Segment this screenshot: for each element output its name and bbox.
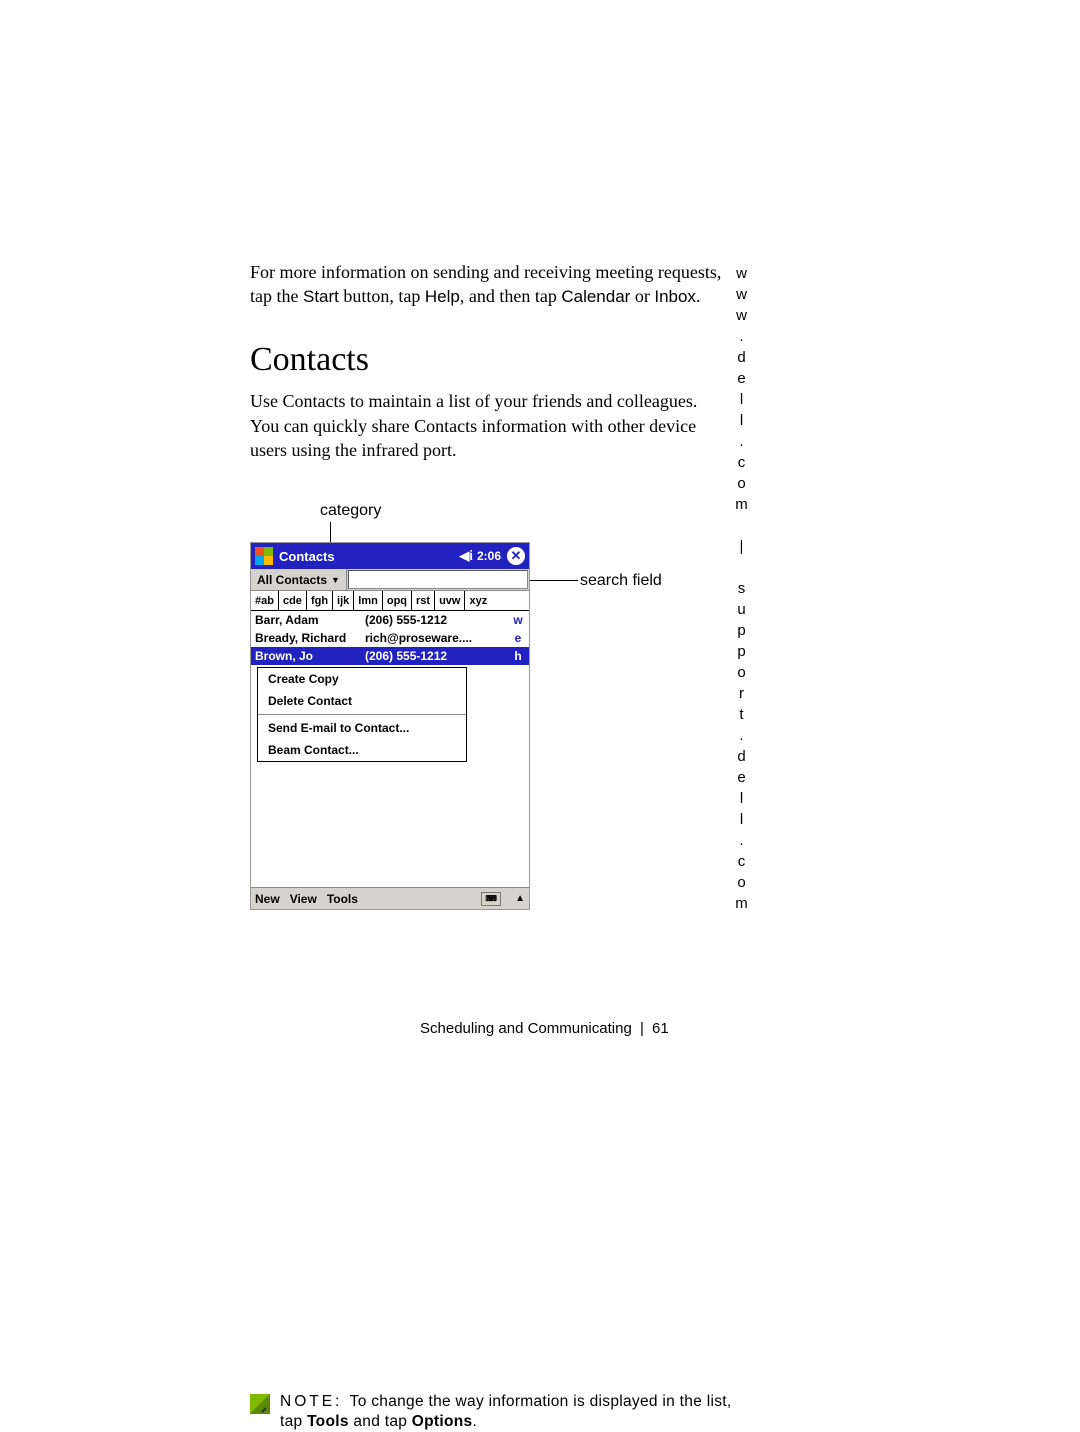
note-block: NOTE: To change the way information is d…	[250, 1392, 740, 1432]
menu-beam-contact[interactable]: Beam Contact...	[258, 739, 466, 761]
footer-chapter: Scheduling and Communicating	[420, 1020, 632, 1037]
contact-row[interactable]: Barr, Adam (206) 555-1212 w	[251, 611, 529, 629]
menu-separator	[258, 714, 466, 715]
alphabet-tabs: #ab cde fgh ijk lmn opq rst uvw xyz	[251, 591, 529, 611]
intro-inbox: Inbox	[654, 287, 696, 306]
note-t2: and tap	[349, 1413, 412, 1430]
intro-or: or	[630, 286, 654, 306]
callout-search-label: search field	[580, 572, 662, 590]
intro-help: Help	[425, 287, 460, 306]
intro-end: .	[696, 286, 701, 306]
note-options: Options	[412, 1413, 473, 1430]
callout-category-line	[330, 522, 331, 544]
contact-tag: w	[511, 613, 525, 627]
az-tab[interactable]: xyz	[465, 591, 491, 610]
clock[interactable]: 2:06	[477, 549, 501, 563]
contact-value: (206) 555-1212	[365, 613, 511, 627]
menu-send-email[interactable]: Send E-mail to Contact...	[258, 717, 466, 739]
device-screenshot: Contacts ◀ἰ 2:06 ✕ All Contacts ▼ #ab cd…	[250, 542, 530, 910]
footer-page-number: 61	[652, 1020, 669, 1037]
intro-paragraph: For more information on sending and rece…	[250, 260, 730, 309]
contact-name: Brown, Jo	[255, 649, 365, 663]
intro-start: Start	[303, 287, 339, 306]
close-icon[interactable]: ✕	[507, 547, 525, 565]
callout-search-line	[530, 580, 578, 581]
speaker-icon[interactable]: ◀ἰ	[459, 548, 473, 564]
callout-category-label: category	[320, 502, 381, 520]
intro-calendar: Calendar	[561, 287, 630, 306]
intro-mid1: button, tap	[339, 286, 425, 306]
note-text: NOTE: To change the way information is d…	[280, 1392, 740, 1432]
az-tab[interactable]: opq	[383, 591, 412, 610]
search-input[interactable]	[348, 570, 528, 589]
note-t3: .	[472, 1413, 477, 1430]
contact-name: Bready, Richard	[255, 631, 365, 645]
filter-row: All Contacts ▼	[251, 569, 529, 591]
device-figure: category search field Contacts ◀ἰ 2:06 ✕…	[250, 502, 840, 922]
az-tab[interactable]: fgh	[307, 591, 333, 610]
footer-separator: |	[636, 1020, 648, 1037]
softkey-new[interactable]: New	[255, 892, 280, 906]
softkey-view[interactable]: View	[290, 892, 317, 906]
note-tools: Tools	[307, 1413, 349, 1430]
note-icon	[250, 1394, 270, 1414]
menu-create-copy[interactable]: Create Copy	[258, 668, 466, 690]
az-tab[interactable]: #ab	[251, 591, 279, 610]
note-label: NOTE:	[280, 1393, 350, 1410]
section-heading: Contacts	[250, 341, 840, 379]
contact-value: rich@proseware....	[365, 631, 511, 645]
page-footer: Scheduling and Communicating | 61	[420, 1020, 669, 1037]
page-content: For more information on sending and rece…	[250, 260, 840, 1432]
az-tab[interactable]: lmn	[354, 591, 383, 610]
contact-tag: h	[511, 649, 525, 663]
menu-delete-contact[interactable]: Delete Contact	[258, 690, 466, 712]
titlebar: Contacts ◀ἰ 2:06 ✕	[251, 543, 529, 569]
az-tab[interactable]: rst	[412, 591, 435, 610]
chevron-down-icon: ▼	[331, 575, 340, 585]
az-tab[interactable]: ijk	[333, 591, 354, 610]
contact-tag: e	[511, 631, 525, 645]
contact-row[interactable]: Bready, Richard rich@proseware.... e	[251, 629, 529, 647]
category-dropdown[interactable]: All Contacts ▼	[251, 569, 347, 590]
category-dropdown-label: All Contacts	[257, 573, 327, 587]
title-text: Contacts	[279, 549, 459, 564]
bottom-bar: New View Tools ⌨ ▲	[251, 887, 529, 909]
az-tab[interactable]: cde	[279, 591, 307, 610]
keyboard-icon[interactable]: ⌨	[481, 892, 501, 906]
az-tab[interactable]: uvw	[435, 591, 465, 610]
windows-icon[interactable]	[255, 547, 273, 565]
contact-name: Barr, Adam	[255, 613, 365, 627]
softkey-tools[interactable]: Tools	[327, 892, 358, 906]
body-paragraph: Use Contacts to maintain a list of your …	[250, 389, 730, 462]
intro-mid2: , and then tap	[460, 286, 561, 306]
context-menu: Create Copy Delete Contact Send E-mail t…	[257, 667, 467, 762]
contact-value: (206) 555-1212	[365, 649, 511, 663]
up-arrow-icon[interactable]: ▲	[515, 893, 525, 904]
contact-row-selected[interactable]: Brown, Jo (206) 555-1212 h	[251, 647, 529, 665]
